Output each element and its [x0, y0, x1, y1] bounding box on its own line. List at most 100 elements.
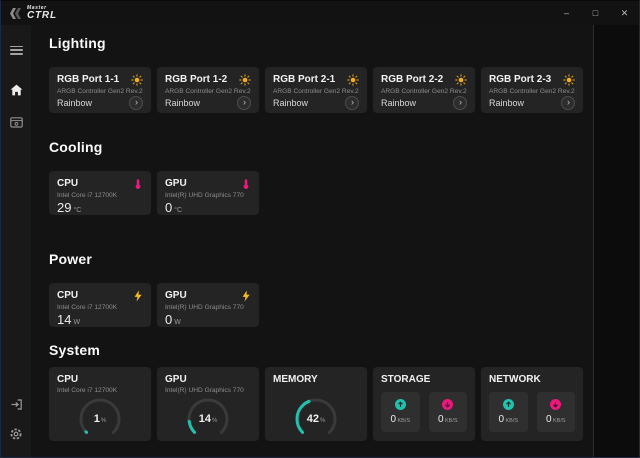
- chevron-right-button[interactable]: ›: [237, 96, 251, 110]
- cooling-section-title: Cooling: [49, 139, 593, 155]
- io-unit: KB/S: [445, 418, 458, 424]
- lighting-cards-row: RGB Port 1-1 ARGB: [49, 67, 593, 113]
- section-cooling: Cooling CPU Intel Core i7 12700K 29: [49, 139, 593, 215]
- lightbulb-icon: [347, 74, 359, 86]
- card-title: CPU: [57, 178, 78, 189]
- card-title: RGB Port 1-2: [165, 74, 227, 85]
- arrow-up-circle-icon: [503, 399, 514, 410]
- card-title: RGB Port 1-1: [57, 74, 119, 85]
- home-icon: [10, 84, 23, 96]
- lightning-bolt-icon: [241, 290, 251, 302]
- temperature-value: 0: [165, 200, 172, 215]
- section-lighting: Lighting RGB Port 1-1: [49, 35, 593, 113]
- cooling-card-gpu: GPU Intel(R) UHD Graphics 770 0 °C: [157, 171, 259, 215]
- card-title: GPU: [165, 178, 187, 189]
- gauge-unit: %: [320, 418, 325, 424]
- arrow-down-circle-icon: [442, 399, 453, 410]
- power-unit: W: [174, 319, 181, 326]
- io-unit: KB/S: [506, 418, 519, 424]
- io-unit: KB/S: [553, 418, 566, 424]
- sign-in-icon: [10, 398, 23, 411]
- cpu-usage-gauge: 1 %: [77, 396, 123, 442]
- scroll-gutter[interactable]: [593, 25, 639, 457]
- lighting-card-rgb-port-1-1[interactable]: RGB Port 1-1 ARGB: [49, 67, 151, 113]
- lighting-mode-label: Rainbow: [273, 98, 308, 108]
- chevron-right-button[interactable]: ›: [453, 96, 467, 110]
- card-title: CPU: [57, 290, 78, 301]
- coolermaster-logo-icon: [9, 7, 22, 20]
- power-unit: W: [73, 319, 80, 326]
- section-power: Power CPU Intel Core i7 12700K 14 W: [49, 251, 593, 327]
- section-system: System CPU Intel Core i7 12700K 1: [49, 342, 593, 441]
- card-subtitle: ARGB Controller Gen2 Rev.2: [489, 88, 575, 96]
- io-value: 0: [498, 414, 504, 425]
- power-cards-row: CPU Intel Core i7 12700K 14 W: [49, 283, 593, 327]
- minimize-button[interactable]: –: [552, 1, 581, 25]
- sidebar: [1, 25, 31, 457]
- temperature-value: 29: [57, 200, 71, 215]
- system-card-network: NETWORK 0 KB/S: [481, 367, 583, 441]
- temperature-unit: °C: [174, 207, 182, 214]
- cooling-card-cpu: CPU Intel Core i7 12700K 29 °C: [49, 171, 151, 215]
- chevron-right-button[interactable]: ›: [345, 96, 359, 110]
- system-card-cpu: CPU Intel Core i7 12700K 1 %: [49, 367, 151, 441]
- gauge-unit: %: [101, 418, 106, 424]
- card-subtitle: ARGB Controller Gen2 Rev.2: [165, 88, 251, 96]
- memory-usage-gauge: 42 %: [293, 396, 339, 442]
- card-subtitle: [273, 387, 359, 395]
- sidebar-item-settings[interactable]: [1, 421, 31, 447]
- lighting-card-rgb-port-2-1[interactable]: RGB Port 2-1 ARGB: [265, 67, 367, 113]
- io-value: 0: [438, 414, 444, 425]
- lighting-card-rgb-port-1-2[interactable]: RGB Port 1-2 ARGB: [157, 67, 259, 113]
- storage-read-tile: 0 KB/S: [381, 392, 420, 432]
- lighting-card-rgb-port-2-3[interactable]: RGB Port 2-3 ARGB: [481, 67, 583, 113]
- lighting-mode-label: Rainbow: [489, 98, 524, 108]
- system-card-memory: MEMORY 42 %: [265, 367, 367, 441]
- lightbulb-icon: [239, 74, 251, 86]
- system-card-gpu: GPU Intel(R) UHD Graphics 770 14 %: [157, 367, 259, 441]
- card-title: STORAGE: [381, 374, 467, 385]
- io-value: 0: [546, 414, 552, 425]
- power-section-title: Power: [49, 251, 593, 267]
- lighting-mode-label: Rainbow: [57, 98, 92, 108]
- io-value: 0: [390, 414, 396, 425]
- power-card-gpu: GPU Intel(R) UHD Graphics 770 0 W: [157, 283, 259, 327]
- network-upload-tile: 0 KB/S: [489, 392, 528, 432]
- system-card-storage: STORAGE 0 KB/S: [373, 367, 475, 441]
- sidebar-item-devices[interactable]: [1, 109, 31, 135]
- device-icon: [10, 117, 23, 128]
- system-cards-row: CPU Intel Core i7 12700K 1 %: [49, 367, 593, 441]
- power-card-cpu: CPU Intel Core i7 12700K 14 W: [49, 283, 151, 327]
- lighting-mode-label: Rainbow: [381, 98, 416, 108]
- maximize-button[interactable]: □: [581, 1, 610, 25]
- network-download-tile: 0 KB/S: [537, 392, 576, 432]
- system-section-title: System: [49, 342, 593, 358]
- card-subtitle: ARGB Controller Gen2 Rev.2: [273, 88, 359, 96]
- thermometer-icon: [241, 178, 251, 190]
- app-window: Master CTRL – □ ✕: [0, 0, 640, 458]
- card-subtitle: Intel(R) UHD Graphics 770: [165, 304, 251, 312]
- lighting-mode-label: Rainbow: [165, 98, 200, 108]
- gauge-value: 14: [199, 413, 211, 425]
- sidebar-item-menu[interactable]: [1, 37, 31, 63]
- chevron-right-button[interactable]: ›: [129, 96, 143, 110]
- card-title: CPU: [57, 374, 143, 385]
- arrow-up-circle-icon: [395, 399, 406, 410]
- sidebar-item-sign-in[interactable]: [1, 391, 31, 417]
- lightning-bolt-icon: [133, 290, 143, 302]
- gpu-usage-gauge: 14 %: [185, 396, 231, 442]
- card-title: RGB Port 2-2: [381, 74, 443, 85]
- gauge-value: 1: [94, 413, 100, 425]
- close-button[interactable]: ✕: [610, 1, 639, 25]
- card-subtitle: ARGB Controller Gen2 Rev.2: [57, 88, 143, 96]
- io-unit: KB/S: [398, 418, 411, 424]
- card-subtitle: ARGB Controller Gen2 Rev.2: [381, 88, 467, 96]
- lighting-card-rgb-port-2-2[interactable]: RGB Port 2-2 ARGB: [373, 67, 475, 113]
- card-title: RGB Port 2-1: [273, 74, 335, 85]
- chevron-right-button[interactable]: ›: [561, 96, 575, 110]
- power-value: 14: [57, 312, 71, 327]
- app-logo: Master CTRL: [9, 6, 57, 21]
- window-controls: – □ ✕: [552, 1, 639, 25]
- storage-write-tile: 0 KB/S: [429, 392, 468, 432]
- sidebar-item-home[interactable]: [1, 77, 31, 103]
